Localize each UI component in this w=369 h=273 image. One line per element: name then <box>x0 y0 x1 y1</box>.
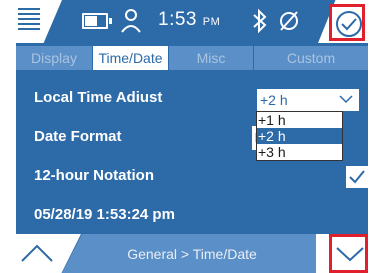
scroll-down-button[interactable] <box>329 234 368 273</box>
local-time-adjust-value: +2 h <box>260 92 288 108</box>
status-bar: 1:53 PM <box>16 0 368 43</box>
tab-time-date[interactable]: Time/Date <box>93 46 169 70</box>
battery-icon <box>82 13 112 29</box>
date-format-label: Date Format <box>34 128 122 145</box>
chevron-down-icon <box>339 95 353 104</box>
bluetooth-icon <box>253 8 267 34</box>
status-time: 1:53 PM <box>158 9 221 30</box>
tab-custom[interactable]: Custom <box>254 46 368 70</box>
hour12-checkbox[interactable] <box>346 166 368 188</box>
dropdown-option[interactable]: +3 h <box>257 144 342 160</box>
no-signal-icon <box>280 11 298 31</box>
current-datetime: 05/28/19 1:53:24 pm <box>34 206 175 223</box>
tab-misc[interactable]: Misc <box>169 46 254 70</box>
user-icon <box>121 9 141 33</box>
check-icon <box>336 11 362 37</box>
local-time-adjust-select[interactable]: +2 h <box>256 88 360 112</box>
device-screen: 1:53 PM Display Time/Date Misc Custom Lo… <box>16 0 368 273</box>
hour12-label: 12-hour Notation <box>34 167 154 184</box>
dropdown-option-selected[interactable]: +2 h <box>257 128 342 144</box>
status-ampm: PM <box>202 16 221 28</box>
breadcrumb: General > Time/Date <box>127 246 257 262</box>
footer-bar: General > Time/Date <box>16 234 368 273</box>
confirm-button[interactable] <box>329 4 365 41</box>
local-time-adjust-label: Local Time Adiust <box>34 89 163 106</box>
menu-icon <box>18 8 40 34</box>
dropdown-option[interactable]: +1 h <box>257 112 342 128</box>
time-adjust-dropdown-list: +1 h +2 h +3 h <box>256 111 343 161</box>
tab-display[interactable]: Display <box>16 46 93 70</box>
chevron-down-icon <box>336 247 364 262</box>
chevron-up-icon <box>21 244 53 262</box>
tab-bar: Display Time/Date Misc Custom <box>16 46 368 70</box>
checkmark-icon <box>349 170 365 184</box>
